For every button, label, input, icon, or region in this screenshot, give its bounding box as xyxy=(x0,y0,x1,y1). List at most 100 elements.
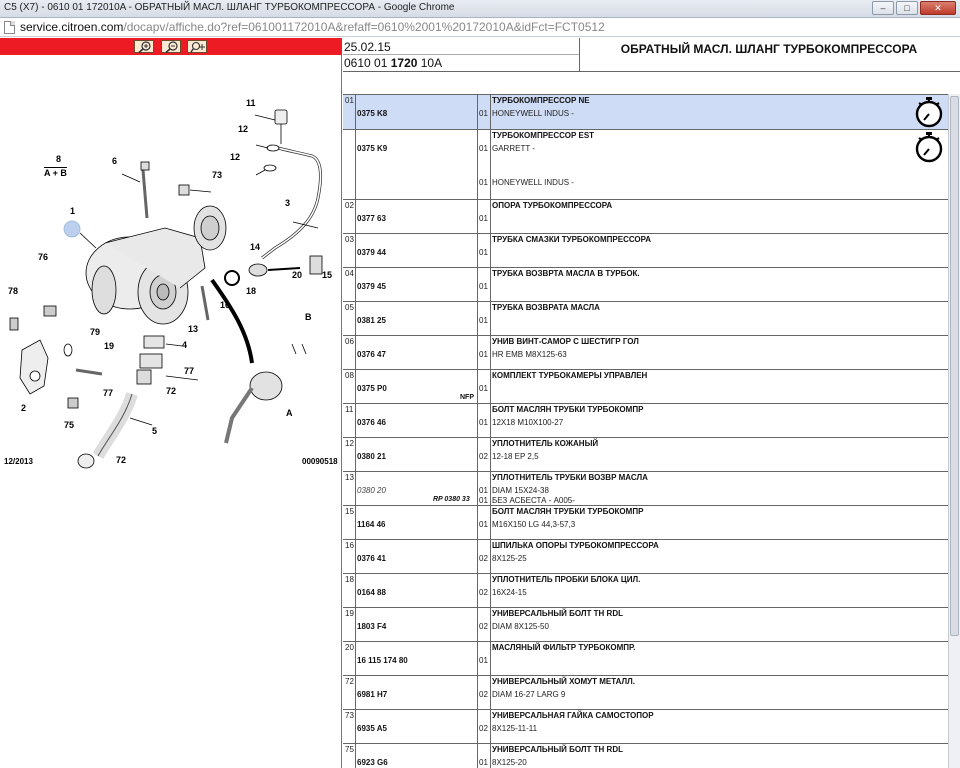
part-code[interactable]: 1803 F4 xyxy=(357,622,386,631)
header-divider xyxy=(343,54,579,55)
part-name[interactable]: УПЛОТНИТЕЛЬ КОЖАНЫЙ xyxy=(492,439,598,448)
part-code[interactable]: 0376 41 xyxy=(357,554,386,563)
table-row[interactable]: 05 0381 25 01 ТРУБКА ВОЗВРАТА МАСЛА xyxy=(343,302,948,336)
zoom-pan-icon xyxy=(190,41,205,53)
scrollbar-thumb[interactable] xyxy=(950,96,959,636)
part-name[interactable]: УПЛОТНИТЕЛЬ ТРУБКИ ВОЗВР МАСЛА xyxy=(492,473,648,482)
part-code[interactable]: 16 115 174 80 xyxy=(357,656,408,665)
part-name[interactable]: МАСЛЯНЫЙ ФИЛЬТР ТУРБОКОМПР. xyxy=(492,643,635,652)
part-name[interactable]: ОПОРА ТУРБОКОМПРЕССОРА xyxy=(492,201,612,210)
part-desc: HONEYWELL INDUS - xyxy=(492,109,574,118)
part-code[interactable]: 0381 25 xyxy=(357,316,386,325)
table-row[interactable]: 08 0375 P0 01 КОМПЛЕКТ ТУРБОКАМЕРЫ УПРАВЛЕН… xyxy=(343,370,948,404)
table-row[interactable]: 73 6935 A5 02 УНИВЕРСАЛЬНАЯ ГАЙКА САМОСТОПО… xyxy=(343,710,948,744)
table-row[interactable]: 04 0379 45 01 ТРУБКА ВОЗВРТА МАСЛА В ТУРБОК… xyxy=(343,268,948,302)
part-index: 20 xyxy=(345,643,354,652)
part-code[interactable]: 0379 44 xyxy=(357,248,386,257)
part-code[interactable]: 6935 A5 xyxy=(357,724,387,733)
col-divider xyxy=(490,710,491,743)
diagram-label: 2 xyxy=(21,403,27,413)
exploded-parts-diagram: 11 12 12 6 8 A + B 73 1 3 76 78 14 20 15… xyxy=(0,58,342,488)
part-code[interactable]: 6923 G6 xyxy=(357,758,388,767)
part-name[interactable]: УПЛОТНИТЕЛЬ ПРОБКИ БЛОКА ЦИЛ. xyxy=(492,575,640,584)
part-code[interactable]: 6981 H7 xyxy=(357,690,387,699)
part-name[interactable]: ТУРБОКОМПРЕССОР EST xyxy=(492,131,594,140)
part-qty-2: 01 xyxy=(479,496,488,505)
diagram-label: 16 xyxy=(220,300,231,310)
table-row[interactable]: 0375 K9 01 01 ТУРБОКОМПРЕССОР EST GARRETT - H… xyxy=(343,130,948,200)
table-row[interactable]: 06 0376 47 01 УНИВ ВИНТ-САМОР С ШЕСТИГР ГОЛ… xyxy=(343,336,948,370)
minimize-button[interactable]: – xyxy=(872,1,894,15)
part-name[interactable]: УНИВ ВИНТ-САМОР С ШЕСТИГР ГОЛ xyxy=(492,337,639,346)
table-row[interactable]: 18 0164 88 02 УПЛОТНИТЕЛЬ ПРОБКИ БЛОКА ЦИЛ.… xyxy=(343,574,948,608)
part-code[interactable]: 1164 46 xyxy=(357,520,385,529)
part-qty: 01 xyxy=(479,418,488,427)
address-bar[interactable]: service.citroen.com/docapv/affiche.do?re… xyxy=(0,18,960,37)
part-name[interactable]: ТРУБКА ВОЗВРАТА МАСЛА xyxy=(492,303,600,312)
part-qty-2: 01 xyxy=(479,178,488,187)
part-code[interactable]: 0379 45 xyxy=(357,282,386,291)
col-divider xyxy=(477,710,478,743)
stopwatch-icon[interactable] xyxy=(914,131,944,163)
col-divider xyxy=(477,642,478,675)
part-code[interactable]: 0375 P0 xyxy=(357,384,387,393)
diagram-label: A xyxy=(286,408,293,418)
diagram-label: 73 xyxy=(212,170,223,180)
url-text[interactable]: service.citroen.com/docapv/affiche.do?re… xyxy=(20,20,605,34)
parts-header: 25.02.15 0610 01 1720 10A ОБРАТНЫЙ МАСЛ.… xyxy=(343,38,960,72)
table-row[interactable]: 75 6923 G6 01 УНИВЕРСАЛЬНЫЙ БОЛТ TH RDL 8X12… xyxy=(343,744,948,768)
url-host: service.citroen.com xyxy=(20,20,124,34)
part-qty: 02 xyxy=(479,622,488,631)
part-code[interactable]: 0380 21 xyxy=(357,452,386,461)
part-code[interactable]: 0375 K8 xyxy=(357,109,387,118)
part-name[interactable]: УНИВЕРСАЛЬНАЯ ГАЙКА САМОСТОПОР xyxy=(492,711,654,720)
col-divider xyxy=(477,95,478,129)
part-code[interactable]: 0376 46 xyxy=(357,418,386,427)
part-qty: 02 xyxy=(479,452,488,461)
table-row[interactable]: 12 0380 21 02 УПЛОТНИТЕЛЬ КОЖАНЫЙ 12-18 EP 2… xyxy=(343,438,948,472)
diagram-label: 12 xyxy=(238,124,249,134)
table-row[interactable]: 15 1164 46 01 БОЛТ МАСЛЯН ТРУБКИ ТУРБОКОМПР… xyxy=(343,506,948,540)
stopwatch-icon[interactable] xyxy=(914,96,944,128)
table-row[interactable]: 03 0379 44 01 ТРУБКА СМАЗКИ ТУРБОКОМПРЕССОР… xyxy=(343,234,948,268)
table-row[interactable]: 13 0380 20 01 01 УПЛОТНИТЕЛЬ ТРУБКИ ВОЗВР МА… xyxy=(343,472,948,506)
close-button[interactable]: ✕ xyxy=(920,1,956,15)
table-row[interactable]: 19 1803 F4 02 УНИВЕРСАЛЬНЫЙ БОЛТ TH RDL DIAM… xyxy=(343,608,948,642)
col-divider xyxy=(477,472,478,505)
table-row[interactable]: 11 0376 46 01 БОЛТ МАСЛЯН ТРУБКИ ТУРБОКОМПР… xyxy=(343,404,948,438)
part-name[interactable]: БОЛТ МАСЛЯН ТРУБКИ ТУРБОКОМПР xyxy=(492,507,643,516)
part-code[interactable]: 0377 63 xyxy=(357,214,386,223)
zoom-in-button[interactable] xyxy=(134,40,154,53)
part-name[interactable]: УНИВЕРСАЛЬНЫЙ БОЛТ TH RDL xyxy=(492,745,623,754)
zoom-out-button[interactable] xyxy=(161,40,181,53)
table-row[interactable]: 02 0377 63 01 ОПОРА ТУРБОКОМПРЕССОРА xyxy=(343,200,948,234)
part-name[interactable]: ТРУБКА СМАЗКИ ТУРБОКОМПРЕССОРА xyxy=(492,235,651,244)
zoom-pan-button[interactable] xyxy=(187,40,207,53)
part-code[interactable]: 0375 K9 xyxy=(357,144,387,153)
part-name[interactable]: УНИВЕРСАЛЬНЫЙ БОЛТ TH RDL xyxy=(492,609,623,618)
table-row[interactable]: 20 16 115 174 80 01 МАСЛЯНЫЙ ФИЛЬТР ТУРБОКО… xyxy=(343,642,948,676)
diagram-label: 14 xyxy=(250,242,261,252)
part-code[interactable]: 0380 20 xyxy=(357,486,386,495)
col-divider xyxy=(490,234,491,267)
diagram-label: 3 xyxy=(285,198,291,208)
table-scrollbar[interactable] xyxy=(948,94,960,768)
part-qty: 01 xyxy=(479,350,488,359)
part-qty: 02 xyxy=(479,724,488,733)
diagram-label: 75 xyxy=(64,420,75,430)
part-name[interactable]: ТРУБКА ВОЗВРТА МАСЛА В ТУРБОК. xyxy=(492,269,640,278)
part-name[interactable]: БОЛТ МАСЛЯН ТРУБКИ ТУРБОКОМПР xyxy=(492,405,643,414)
part-code[interactable]: 0376 47 xyxy=(357,350,386,359)
table-row[interactable]: 16 0376 41 02 ШПИЛЬКА ОПОРЫ ТУРБОКОМПРЕССОР… xyxy=(343,540,948,574)
part-name[interactable]: ШПИЛЬКА ОПОРЫ ТУРБОКОМПРЕССОРА xyxy=(492,541,659,550)
maximize-button[interactable]: □ xyxy=(896,1,918,15)
part-code[interactable]: 0164 88 xyxy=(357,588,386,597)
table-row[interactable]: 72 6981 H7 02 УНИВЕРСАЛЬНЫЙ ХОМУТ МЕТАЛЛ. DI… xyxy=(343,676,948,710)
part-name[interactable]: КОМПЛЕКТ ТУРБОКАМЕРЫ УПРАВЛЕН xyxy=(492,371,647,380)
part-name[interactable]: УНИВЕРСАЛЬНЫЙ ХОМУТ МЕТАЛЛ. xyxy=(492,677,635,686)
part-name[interactable]: ТУРБОКОМПРЕССОР NE xyxy=(492,96,590,105)
part-index: 75 xyxy=(345,745,354,754)
part-qty: 01 xyxy=(479,248,488,257)
diagram-label: 79 xyxy=(90,327,101,337)
table-row[interactable]: 01 0375 K8 01 ТУРБОКОМПРЕССОР NE HONEYWELL I… xyxy=(343,95,948,130)
